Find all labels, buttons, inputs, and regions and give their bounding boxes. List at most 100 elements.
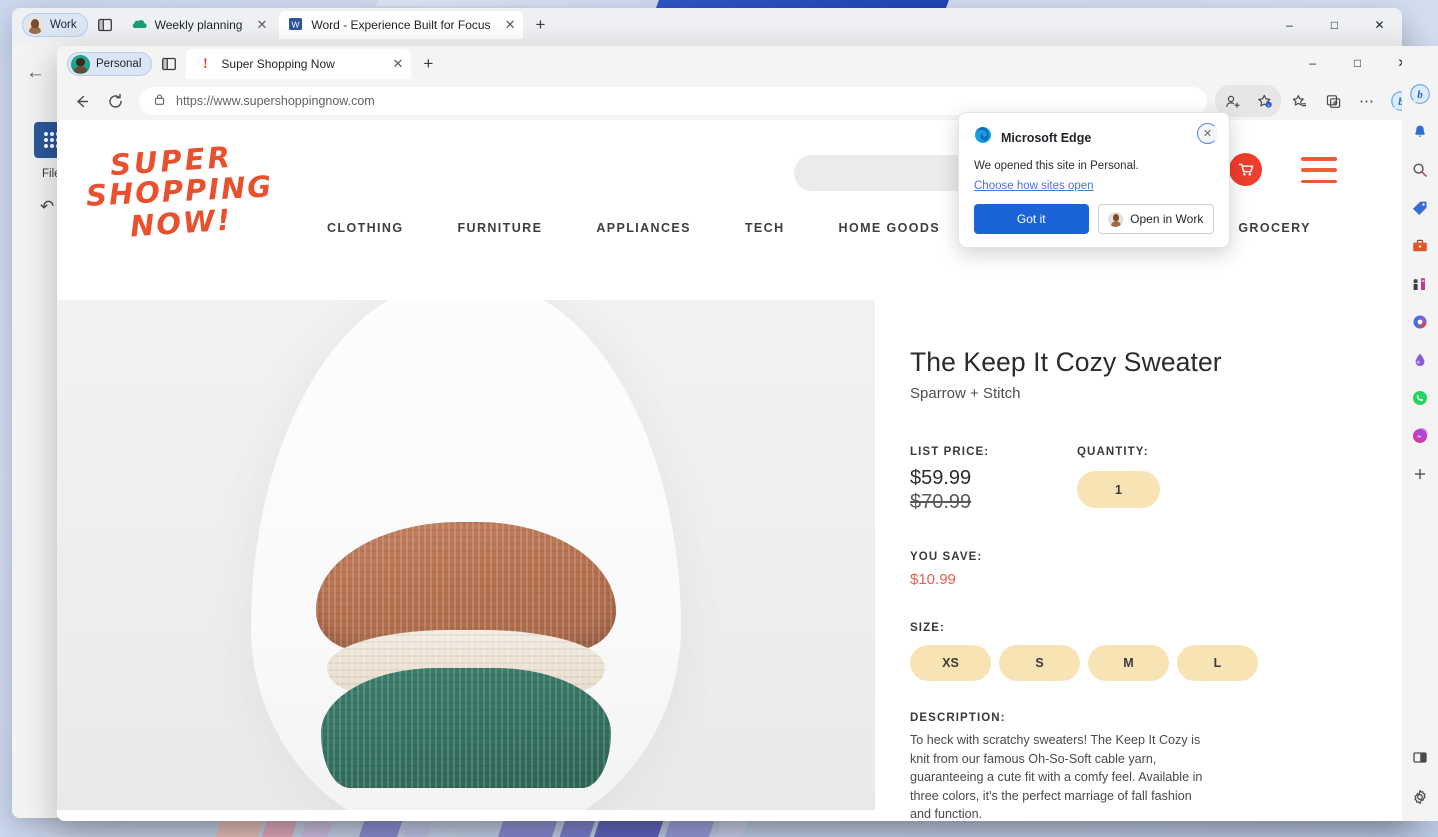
close-icon[interactable]: ✕ <box>256 17 267 33</box>
nav-item-home-goods[interactable]: HOME GOODS <box>812 221 968 235</box>
briefcase-icon[interactable] <box>1408 234 1432 258</box>
word-tab-weekly-planning[interactable]: Weekly planning ✕ <box>122 11 276 39</box>
description-text: To heck with scratchy sweaters! The Keep… <box>910 733 1203 821</box>
address-bar[interactable]: https://www.supershoppingnow.com <box>139 87 1207 115</box>
flyout-actions: Got it Open in Work <box>974 204 1214 234</box>
color-wheel-icon[interactable] <box>1408 310 1432 334</box>
edge-tab-super-shopping-now[interactable]: ! Super Shopping Now ✕ <box>186 49 412 79</box>
messenger-icon[interactable] <box>1408 424 1432 448</box>
notifications-bell-icon[interactable] <box>1408 120 1432 144</box>
profile-label: Work <box>50 19 77 31</box>
choose-how-sites-open-link[interactable]: Choose how sites open <box>974 180 1214 192</box>
size-label: SIZE: <box>910 622 945 634</box>
product-area: The Keep It Cozy Sweater Sparrow + Stitc… <box>57 300 1410 821</box>
close-icon[interactable]: ✕ <box>1197 123 1218 144</box>
avatar <box>71 54 90 74</box>
size-option-s[interactable]: S <box>999 645 1080 681</box>
price-block: LIST PRICE: $59.99 $70.99 <box>910 446 1077 514</box>
product-image[interactable] <box>57 300 875 810</box>
settings-and-more-icon[interactable]: ⋯ <box>1351 86 1383 116</box>
maximize-button[interactable]: □ <box>1335 46 1380 80</box>
open-in-work-button[interactable]: Open in Work <box>1097 204 1214 234</box>
tab-label: Super Shopping Now <box>221 57 335 71</box>
new-tab-button[interactable]: + <box>415 54 441 74</box>
minimize-button[interactable]: – <box>1267 8 1312 42</box>
search-icon[interactable] <box>1408 158 1432 182</box>
hamburger-menu-icon[interactable] <box>1301 157 1337 183</box>
sidebar-bottom-group <box>1408 745 1432 809</box>
price-quantity-row: LIST PRICE: $59.99 $70.99 QUANTITY: 1 <box>910 446 1410 514</box>
svg-text:W: W <box>292 19 300 29</box>
edge-logo-icon <box>974 126 992 149</box>
exclamation-favicon: ! <box>202 55 208 72</box>
shopping-tag-icon[interactable] <box>1408 196 1432 220</box>
copilot-icon[interactable]: b <box>1408 82 1432 106</box>
site-info-lock-icon[interactable] <box>153 93 166 109</box>
profile-pill-work[interactable]: Work <box>22 13 88 37</box>
size-option-xs[interactable]: XS <box>910 645 991 681</box>
svg-text:b: b <box>1417 89 1423 101</box>
quantity-block: QUANTITY: 1 <box>1077 446 1160 514</box>
flyout-message: We opened this site in Personal. <box>974 160 1139 172</box>
back-arrow-icon[interactable]: ← <box>26 62 45 84</box>
nav-item-clothing[interactable]: CLOTHING <box>300 221 430 235</box>
nav-item-tech[interactable]: TECH <box>718 221 812 235</box>
you-save-label: YOU SAVE: <box>910 551 983 563</box>
size-option-l[interactable]: L <box>1177 645 1258 681</box>
svg-text:+: + <box>1267 103 1270 108</box>
undo-icon[interactable]: ↶ <box>40 197 54 217</box>
description-block: DESCRIPTION: To heck with scratchy sweat… <box>910 712 1213 821</box>
tab-label: Word - Experience Built for Focus <box>311 18 491 32</box>
whatsapp-icon[interactable] <box>1408 386 1432 410</box>
tab-actions-icon[interactable] <box>156 51 182 77</box>
site-logo[interactable]: SUPER SHOPPING NOW! <box>82 140 297 248</box>
toolbar-right-group: + ⋯ b <box>1215 85 1417 117</box>
size-block: SIZE: XS S M L <box>910 622 1410 681</box>
minimize-button[interactable]: – <box>1290 46 1335 80</box>
tab-label: Weekly planning <box>154 18 243 32</box>
open-in-work-label: Open in Work <box>1130 212 1204 226</box>
word-icon: W <box>289 17 303 34</box>
price-original: $70.99 <box>910 491 972 513</box>
drop-icon[interactable] <box>1408 348 1432 372</box>
edge-browser-window[interactable]: Personal ! Super Shopping Now ✕ + – □ ✕ … <box>57 46 1425 821</box>
product-title: The Keep It Cozy Sweater <box>910 347 1222 377</box>
product-brand: Sparrow + Stitch <box>910 385 1021 402</box>
you-save-block: YOU SAVE: $10.99 <box>910 551 1410 588</box>
settings-gear-icon[interactable] <box>1408 785 1432 809</box>
browser-essentials-icon[interactable] <box>1317 86 1349 116</box>
back-button-icon[interactable] <box>65 86 97 116</box>
onedrive-icon <box>132 18 147 33</box>
address-bar-url[interactable]: https://www.supershoppingnow.com <box>176 94 1193 108</box>
shopping-cart-icon[interactable] <box>1229 153 1262 186</box>
quantity-stepper[interactable]: 1 <box>1077 471 1160 508</box>
close-button[interactable]: ✕ <box>1357 8 1402 42</box>
word-tab-word-document[interactable]: W Word - Experience Built for Focus ✕ <box>279 11 524 39</box>
size-option-m[interactable]: M <box>1088 645 1169 681</box>
sweater-green <box>321 668 611 788</box>
edge-profile-notification-flyout[interactable]: Microsoft Edge ✕ We opened this site in … <box>958 112 1230 248</box>
close-icon[interactable]: ✕ <box>392 56 403 72</box>
got-it-button[interactable]: Got it <box>974 204 1089 234</box>
price-current: $59.99 <box>910 467 972 489</box>
close-icon[interactable]: ✕ <box>505 17 516 33</box>
add-sidebar-icon[interactable] <box>1408 462 1432 486</box>
word-window-controls: – □ ✕ <box>1267 8 1402 42</box>
games-icon[interactable] <box>1408 272 1432 296</box>
logo-line-3: NOW! <box>128 202 234 244</box>
you-save-value: $10.99 <box>910 571 956 588</box>
split-screen-icon[interactable] <box>1408 745 1432 769</box>
refresh-button-icon[interactable] <box>99 86 131 116</box>
tab-actions-icon[interactable] <box>92 12 118 38</box>
nav-item-appliances[interactable]: APPLIANCES <box>569 221 718 235</box>
nav-item-furniture[interactable]: FURNITURE <box>430 221 569 235</box>
profile-pill-personal[interactable]: Personal <box>67 52 153 76</box>
favorites-star-badge-icon[interactable]: + <box>1248 86 1280 116</box>
maximize-button[interactable]: □ <box>1312 8 1357 42</box>
flyout-header: Microsoft Edge <box>974 126 1214 149</box>
avatar <box>1108 211 1124 227</box>
collections-icon[interactable] <box>1283 86 1315 116</box>
nav-item-grocery[interactable]: GROCERY <box>1211 221 1338 235</box>
new-tab-button[interactable]: + <box>527 15 553 35</box>
flyout-title: Microsoft Edge <box>1001 130 1092 145</box>
